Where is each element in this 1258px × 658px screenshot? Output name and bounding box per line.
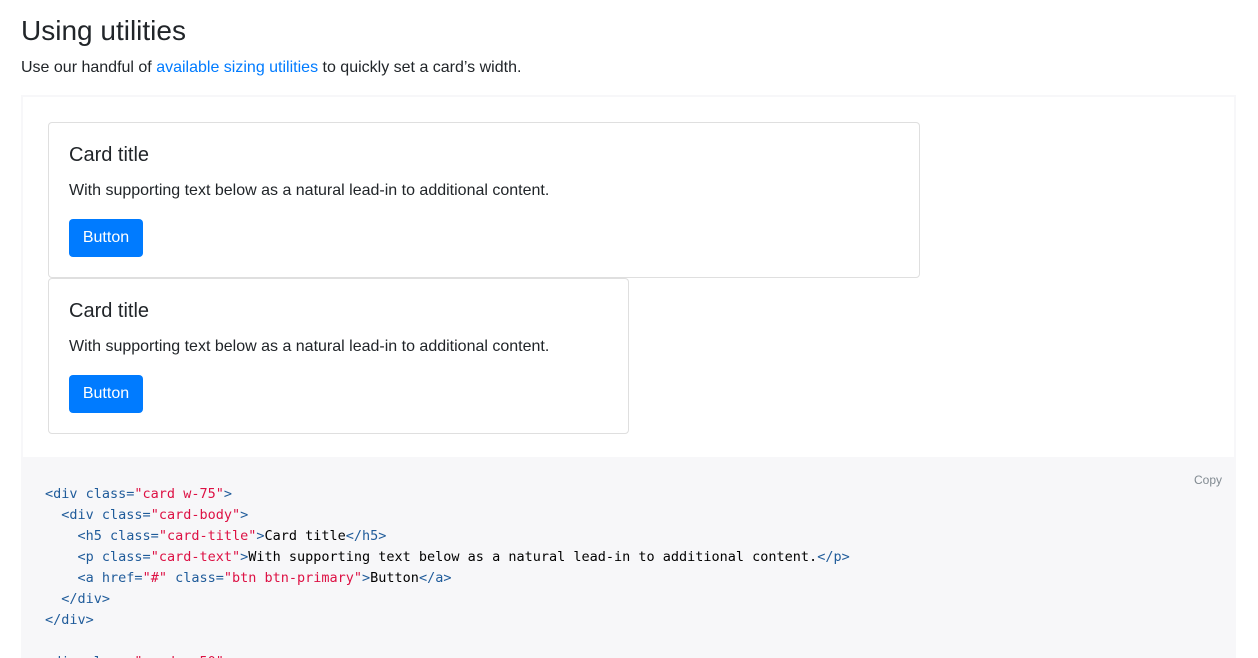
code-tag: </div>	[45, 612, 94, 628]
code-string: "card w-75"	[134, 486, 224, 502]
intro-text-after: to quickly set a card’s width.	[318, 59, 522, 76]
section-heading: Using utilities	[21, 15, 186, 46]
code-tag: >	[223, 486, 232, 502]
card-w-75: Card title With supporting text below as…	[48, 122, 920, 278]
code-string: "card w-50"	[134, 654, 223, 658]
code-tag: </a>	[418, 570, 452, 586]
code-line: <div class="card w-75">	[45, 486, 232, 502]
code-tag: >	[256, 528, 265, 544]
card-title: Card title	[69, 144, 150, 166]
code-tag: <h5	[77, 528, 102, 544]
code-attr: href=	[93, 570, 143, 586]
code-string: "card-body"	[150, 507, 241, 523]
card-w-50: Card title With supporting text below as…	[48, 278, 629, 434]
code-tag: <div	[45, 486, 78, 502]
code-tag: </p>	[817, 549, 850, 565]
card-title: Card title	[69, 300, 150, 322]
code-tag: >	[240, 507, 249, 523]
code-text: Button	[370, 570, 419, 586]
code-attr: class=	[101, 528, 159, 544]
code-tag: </div>	[61, 591, 111, 607]
code-tag: <p	[77, 549, 94, 565]
card-text: With supporting text below as a natural …	[69, 182, 550, 199]
code-line: <div class="card-body">	[45, 507, 248, 523]
card-button[interactable]: Button	[69, 219, 143, 257]
code-attr: class=	[93, 507, 151, 523]
code-line: <p class="card-text">With supporting tex…	[45, 549, 850, 565]
card-text: With supporting text below as a natural …	[69, 338, 550, 355]
code-tag: <a	[77, 570, 94, 586]
intro-text-before: Use our handful of	[21, 59, 157, 76]
code-text: With supporting text below as a natural …	[248, 549, 818, 565]
code-tag: >	[224, 654, 232, 658]
code-tag: >	[362, 570, 371, 586]
code-attr: class=	[166, 570, 224, 586]
code-tag: <div	[61, 507, 94, 523]
code-tag: <div	[45, 654, 78, 658]
code-line: <a href="#" class="btn btn-primary">Butt…	[45, 570, 452, 586]
code-listing: <div class="card w-75"> <div class="card…	[45, 484, 850, 658]
code-attr: class=	[78, 654, 135, 658]
code-attr: class=	[93, 549, 151, 565]
code-attr: class=	[77, 486, 135, 502]
code-string: "card-title"	[158, 528, 257, 544]
example-preview: Card title With supporting text below as…	[21, 95, 1236, 457]
section-intro: Use our handful of available sizing util…	[21, 57, 521, 79]
copy-button[interactable]: Copy	[1194, 473, 1222, 487]
card-button[interactable]: Button	[69, 375, 143, 413]
code-line: </div>	[45, 591, 110, 607]
code-text: Card title	[264, 528, 346, 544]
code-string: "card-text"	[150, 549, 241, 565]
code-tag: >	[240, 549, 249, 565]
code-snippet: Copy <div class="card w-75"> <div class=…	[21, 457, 1236, 658]
code-tag: </h5>	[345, 528, 387, 544]
docs-page: Using utilities Use our handful of avail…	[0, 0, 1258, 658]
code-string: "#"	[142, 570, 167, 586]
code-line: <h5 class="card-title">Card title</h5>	[45, 528, 387, 544]
code-string: "btn btn-primary"	[223, 570, 363, 586]
code-line: <div class="card w-50">	[45, 654, 232, 658]
sizing-utilities-link[interactable]: available sizing utilities	[156, 59, 318, 76]
code-line: </div>	[45, 612, 94, 628]
